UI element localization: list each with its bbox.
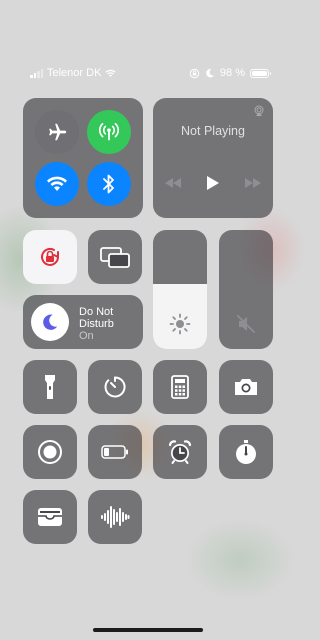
speaker-muted-icon: [237, 315, 255, 333]
flashlight-icon: [45, 375, 55, 399]
cellular-data-toggle[interactable]: [87, 110, 131, 154]
home-indicator[interactable]: [93, 628, 203, 632]
now-playing-title: Not Playing: [181, 124, 245, 138]
voice-memos-button[interactable]: [88, 490, 142, 544]
timer-button[interactable]: [88, 360, 142, 414]
airplane-icon: [49, 123, 67, 141]
volume-slider[interactable]: [219, 230, 273, 349]
status-left: Telenor DK: [30, 67, 116, 79]
dnd-state: On: [79, 330, 94, 342]
moon-icon: [206, 68, 214, 78]
bluetooth-toggle[interactable]: [87, 162, 131, 206]
screen-recording-button[interactable]: [23, 425, 77, 479]
wifi-icon: [47, 176, 67, 191]
wallet-icon: [38, 508, 62, 526]
play-icon[interactable]: [207, 176, 219, 190]
dnd-text: Do Not Disturb On: [79, 306, 143, 342]
sun-icon: [169, 313, 191, 335]
carrier-name: Telenor DK: [47, 67, 102, 79]
now-playing-module[interactable]: Not Playing: [153, 98, 273, 218]
flashlight-button[interactable]: [23, 360, 77, 414]
timer-icon: [104, 376, 126, 398]
stopwatch-button[interactable]: [219, 425, 273, 479]
voice-memo-waveform-icon: [101, 506, 130, 528]
wifi-toggle[interactable]: [35, 162, 79, 206]
rewind-icon[interactable]: [165, 178, 181, 188]
calculator-icon: [171, 375, 189, 399]
screen-mirroring-button[interactable]: [88, 230, 142, 284]
wifi-icon: [105, 69, 116, 77]
stopwatch-icon: [236, 440, 256, 464]
connectivity-module: [23, 98, 143, 218]
playback-controls: [153, 176, 273, 190]
camera-icon: [235, 379, 257, 395]
battery-icon: [101, 445, 128, 459]
calculator-button[interactable]: [153, 360, 207, 414]
status-right: 98 %: [189, 67, 271, 79]
alarm-clock-icon: [168, 440, 192, 464]
moon-icon: [43, 314, 58, 330]
battery-icon: [250, 68, 271, 78]
orientation-lock-icon: [41, 247, 59, 266]
status-bar: Telenor DK 98 %: [0, 67, 296, 81]
screen-record-icon: [38, 440, 62, 464]
airplane-mode-toggle[interactable]: [35, 110, 79, 154]
cellular-signal-icon: [30, 68, 43, 78]
wallet-button[interactable]: [23, 490, 77, 544]
do-not-disturb-toggle[interactable]: Do Not Disturb On: [23, 295, 143, 349]
fast-forward-icon[interactable]: [245, 178, 261, 188]
dnd-title: Do Not Disturb: [79, 306, 114, 330]
dnd-icon-circle: [31, 303, 69, 341]
low-power-mode-button[interactable]: [88, 425, 142, 479]
cellular-antenna-icon: [98, 122, 120, 141]
bluetooth-icon: [103, 174, 114, 194]
rotation-lock-icon: [189, 68, 200, 78]
alarm-button[interactable]: [153, 425, 207, 479]
airplay-icon[interactable]: [253, 105, 265, 117]
battery-percentage: 98 %: [219, 67, 245, 79]
camera-button[interactable]: [219, 360, 273, 414]
brightness-slider[interactable]: [153, 230, 207, 349]
screen-mirroring-icon: [100, 247, 130, 268]
orientation-lock-toggle[interactable]: [23, 230, 77, 284]
